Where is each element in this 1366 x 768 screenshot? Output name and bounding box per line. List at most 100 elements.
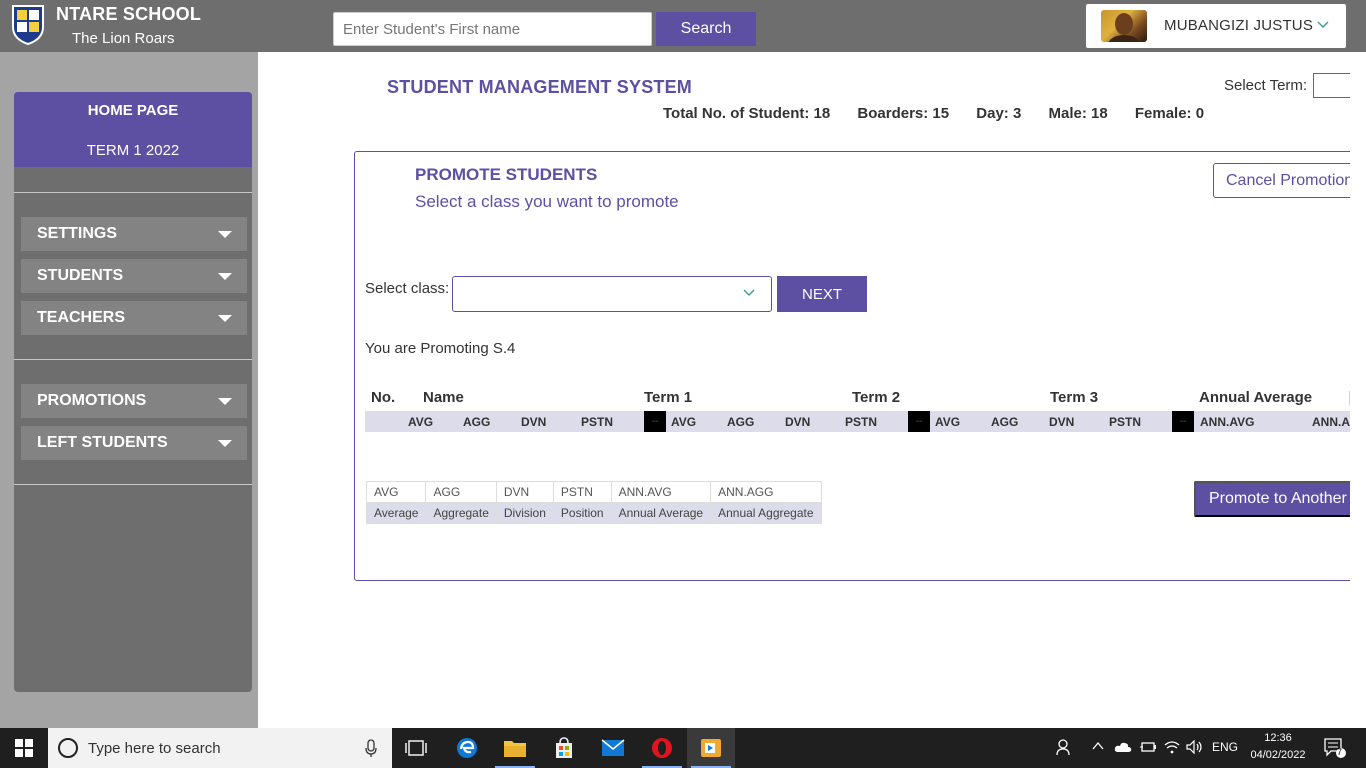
stat-day: Day: 3 [976,105,1022,122]
sub-header: PSTN [581,415,614,429]
sidebar-divider [14,484,252,485]
file-explorer-icon[interactable] [491,728,539,768]
abbreviation-legend: AVG AGG DVN PSTN ANN.AVG ANN.AGG Average… [365,481,822,524]
col-header-annual-average: Annual Average [1199,389,1313,406]
stat-female: Female: 0 [1134,105,1205,122]
legend-cell: Position [552,502,612,524]
caret-down-icon [218,231,232,238]
select-class-label: Select class: [365,280,450,297]
select-class-dropdown[interactable] [452,276,772,312]
page-title: STUDENT MANAGEMENT SYSTEM [387,77,693,97]
legend-abbr-row: AVG AGG DVN PSTN ANN.AVG ANN.AGG [365,481,822,503]
promote-to-another-class-button[interactable]: Promote to Another Class [1194,481,1366,517]
current-term-label: TERM 1 2022 [86,142,180,159]
sub-header-separator: -- [1172,411,1194,432]
sidebar-item-label: SETTINGS [37,225,118,242]
sidebar-item-teachers[interactable]: TEACHERS [21,301,247,335]
promote-title: PROMOTE STUDENTS [415,165,598,184]
user-name: MUBANGIZI JUSTUS [1164,17,1314,34]
battery-icon[interactable] [1139,740,1157,757]
sub-header: AVG [408,415,434,429]
student-search-input[interactable] [333,12,652,46]
notification-count: 7 [1337,747,1343,757]
user-menu[interactable]: MUBANGIZI JUSTUS [1086,4,1346,48]
page-right-edge [1350,52,1366,728]
people-icon[interactable] [1055,738,1073,759]
chevron-down-icon[interactable] [742,286,756,300]
col-header-no: No. [371,389,396,406]
legend-cell: PSTN [552,481,612,503]
taskbar-search-placeholder: Type here to search [88,740,221,757]
stat-total: Total No. of Student: 18 [663,105,831,122]
sidebar: HOME PAGE TERM 1 2022 SETTINGS STUDENTS … [14,92,252,692]
col-header-term1: Term 1 [644,389,693,406]
sub-header: AVG [671,415,697,429]
legend-cell: Annual Aggregate [710,502,822,524]
col-header-term3: Term 3 [1050,389,1099,406]
opera-browser-icon[interactable] [638,728,686,768]
legend-cell: Annual Average [610,502,712,524]
sidebar-divider [14,192,252,193]
taskbar-search-box[interactable]: Type here to search [48,728,392,768]
microsoft-store-icon[interactable] [540,728,588,768]
notification-center-icon[interactable]: 7 [1324,738,1346,761]
sidebar-divider [14,359,252,360]
school-name: NTARE SCHOOL [56,4,202,24]
avatar [1101,10,1147,42]
language-indicator[interactable]: ENG [1212,740,1238,754]
clock-date[interactable]: 04/02/2022 [1244,749,1312,761]
mail-icon[interactable] [589,728,637,768]
running-app-icon[interactable] [687,728,735,768]
volume-icon[interactable] [1186,739,1204,757]
wifi-icon[interactable] [1164,740,1180,757]
cancel-promotion-button[interactable]: Cancel Promotion [1213,163,1366,198]
sub-header: ANN.AVG [1200,415,1255,429]
sidebar-item-settings[interactable]: SETTINGS [21,217,247,251]
legend-cell: Division [495,502,554,524]
legend-cell: DVN [495,481,554,503]
legend-desc-row: Average Aggregate Division Position Annu… [365,502,822,524]
edge-browser-icon[interactable] [443,728,491,768]
legend-cell: Aggregate [425,502,497,524]
caret-down-icon [218,398,232,405]
legend-cell: ANN.AVG [610,481,712,503]
microphone-icon[interactable] [365,739,377,758]
sub-header: AVG [935,415,961,429]
legend-cell: AVG [365,481,427,503]
search-button[interactable]: Search [656,12,756,46]
col-header-name: Name [423,389,464,406]
sub-header: DVN [1049,415,1075,429]
chevron-up-icon[interactable] [1092,740,1104,755]
sub-header-separator: -- [908,411,930,432]
sub-header: DVN [521,415,547,429]
col-header-term2: Term 2 [852,389,901,406]
legend-cell: ANN.AGG [710,481,822,503]
sub-header: DVN [785,415,811,429]
legend-cell: Average [365,502,427,524]
sub-header: AGG [991,415,1019,429]
top-bar: NTARE SCHOOL The Lion Roars Search MUBAN… [0,0,1366,52]
sidebar-item-left-students[interactable]: LEFT STUDENTS [21,426,247,460]
onedrive-cloud-icon[interactable] [1114,741,1132,756]
stat-boarders: Boarders: 15 [857,105,950,122]
sidebar-item-promotions[interactable]: PROMOTIONS [21,384,247,418]
clock-time[interactable]: 12:36 [1258,732,1298,744]
home-page-title: HOME PAGE [87,102,179,119]
sub-header: AGG [727,415,755,429]
chevron-down-icon[interactable] [1316,18,1330,32]
sub-header: ANN.AGG [1312,415,1355,429]
sidebar-item-students[interactable]: STUDENTS [21,259,247,293]
task-view-icon[interactable] [392,728,440,768]
next-button[interactable]: NEXT [777,276,867,312]
legend-cell: AGG [425,481,497,503]
caret-down-icon [218,273,232,280]
sidebar-item-label: LEFT STUDENTS [37,434,168,451]
promote-subtitle: Select a class you want to promote [415,192,679,211]
windows-start-icon[interactable] [0,728,48,768]
table-subheader-row: AVG AGG DVN PSTN -- AVG AGG DVN PSTN -- … [365,411,1355,432]
sub-header: AGG [463,415,491,429]
windows-taskbar: Type here to search ENG 12:36 04/02/2022… [0,728,1366,768]
home-page-link[interactable]: HOME PAGE TERM 1 2022 [14,92,252,167]
sidebar-item-label: PROMOTIONS [37,392,147,409]
stat-male: Male: 18 [1048,105,1108,122]
